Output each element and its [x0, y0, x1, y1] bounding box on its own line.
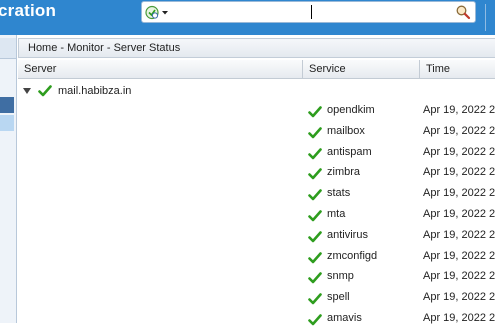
service-time: Apr 19, 2022 2:34: [423, 208, 495, 220]
service-time: Apr 19, 2022 2:34: [423, 228, 495, 241]
table-row[interactable]: zmconfigd Apr 19, 2022 2:34: [0, 248, 495, 264]
check-icon: [308, 147, 322, 159]
check-icon: [308, 126, 322, 139]
app-title: cration: [0, 1, 57, 20]
service-time: Apr 19, 2022 2:34: [423, 104, 495, 116]
check-icon: [38, 85, 52, 97]
check-icon: [308, 314, 322, 326]
column-header-service[interactable]: Service: [303, 60, 420, 79]
breadcrumb: Home - Monitor - Server Status: [18, 38, 495, 58]
check-icon: [308, 272, 322, 284]
table-row[interactable]: amavis Apr 19, 2022 2:34: [0, 310, 495, 326]
service-time: Apr 19, 2022 2:34: [423, 166, 495, 179]
table-row[interactable]: mta Apr 19, 2022 2:34: [0, 206, 495, 222]
search-input[interactable]: [311, 5, 312, 19]
table-row[interactable]: antivirus Apr 19, 2022 2:34: [0, 227, 495, 243]
check-icon: [308, 106, 322, 118]
search-scope-picker-icon[interactable]: [145, 5, 171, 20]
service-time: Apr 19, 2022 2:34: [423, 187, 495, 200]
navigation-panel-header: [0, 38, 16, 59]
table-row[interactable]: mailbox Apr 19, 2022 2:34: [0, 123, 495, 139]
search-box[interactable]: [141, 1, 476, 23]
check-icon: [308, 210, 322, 222]
service-name: spell: [327, 291, 350, 304]
check-icon: [308, 189, 322, 201]
service-name: amavis: [327, 312, 362, 324]
table-row[interactable]: zimbra Apr 19, 2022 2:34: [0, 164, 495, 180]
check-icon: [308, 230, 322, 243]
service-name: antivirus: [327, 228, 368, 241]
service-time: Apr 19, 2022 2:34: [423, 291, 495, 304]
table-row[interactable]: antispam Apr 19, 2022 2:34: [0, 144, 495, 160]
check-icon: [308, 168, 322, 180]
service-name: opendkim: [327, 104, 375, 116]
collapse-triangle-icon[interactable]: [22, 83, 32, 99]
service-time: Apr 19, 2022 2:34: [423, 145, 495, 158]
column-header-time[interactable]: Time: [420, 60, 495, 79]
service-time: Apr 19, 2022 2:34: [423, 124, 495, 137]
table-row[interactable]: stats Apr 19, 2022 2:34: [0, 185, 495, 201]
column-header-server[interactable]: Server: [18, 60, 303, 79]
server-name: mail.habibza.in: [58, 85, 132, 97]
header-divider: [485, 4, 486, 31]
service-name: zimbra: [327, 166, 361, 179]
service-time: Apr 19, 2022 2:34: [423, 270, 495, 283]
check-icon: [308, 251, 322, 263]
service-name: stats: [327, 187, 351, 200]
service-name: mailbox: [327, 124, 365, 137]
app-header: cration: [0, 0, 495, 35]
service-name: antispam: [327, 145, 372, 158]
table-row[interactable]: snmp Apr 19, 2022 2:34: [0, 268, 495, 284]
table-row[interactable]: opendkim Apr 19, 2022 2:34: [0, 102, 495, 118]
service-name: zmconfigd: [327, 249, 378, 262]
service-time: Apr 19, 2022 2:34: [423, 312, 495, 324]
service-name: mta: [327, 208, 346, 220]
search-icon[interactable]: [455, 4, 471, 20]
service-time: Apr 19, 2022 2:34: [423, 249, 495, 262]
service-name: snmp: [327, 270, 354, 283]
check-icon: [308, 293, 322, 305]
table-row[interactable]: spell Apr 19, 2022 2:34: [0, 289, 495, 305]
